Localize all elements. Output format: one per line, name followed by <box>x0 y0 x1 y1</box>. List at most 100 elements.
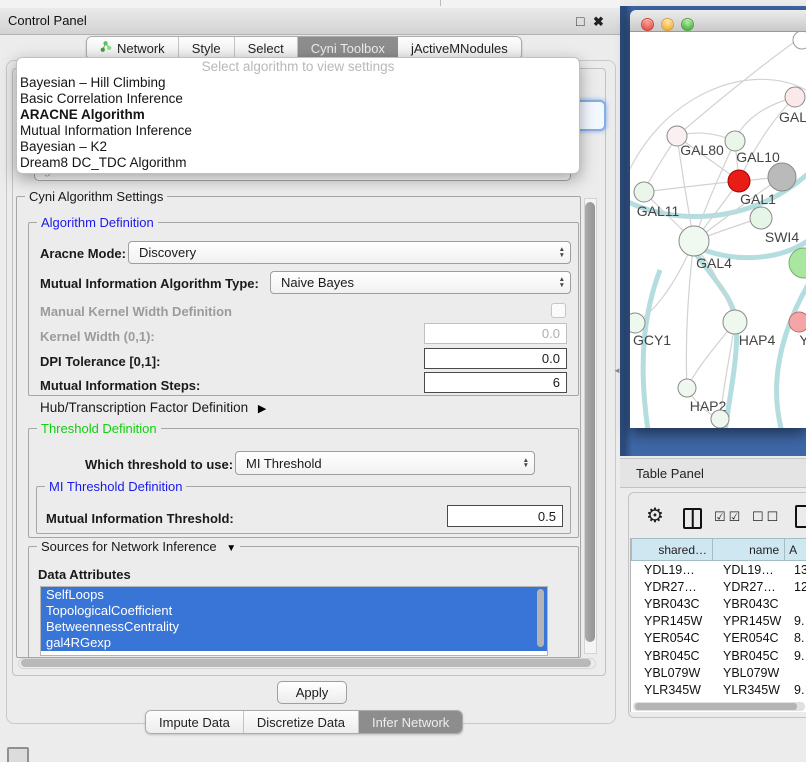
node-hap4[interactable] <box>723 310 747 334</box>
table-horizontal-scrollbar-thumb[interactable] <box>635 703 797 710</box>
tab-label: Select <box>248 41 284 56</box>
column-header-name[interactable]: name <box>713 538 785 561</box>
table-row[interactable]: YER054C YER054C 8. <box>631 630 806 647</box>
table-row[interactable]: YBR043C YBR043C <box>631 595 806 612</box>
mi-steps-field[interactable]: 6 <box>424 372 567 393</box>
attributes-scrollbar-thumb[interactable] <box>537 589 544 647</box>
kernel-width-field[interactable]: 0.0 <box>424 323 567 344</box>
manual-kernel-label: Manual Kernel Width Definition <box>40 304 232 319</box>
data-attribute-item[interactable]: gal4RGexp <box>41 635 547 651</box>
control-panel-tab[interactable]: Select <box>235 37 298 59</box>
algorithm-dropdown-prompt: Select algorithm to view settings <box>17 58 579 75</box>
manual-kernel-checkbox[interactable] <box>551 303 566 318</box>
mi-threshold-label: Mutual Information Threshold: <box>46 511 234 526</box>
node-gcy1[interactable] <box>630 313 645 333</box>
data-attributes-list: SelfLoops TopologicalCoefficient Between… <box>40 586 548 656</box>
tab-label: jActiveMNodules <box>411 41 508 56</box>
close-window-button[interactable] <box>641 18 654 31</box>
combo-stepper-icon: ▲▼ <box>523 452 529 474</box>
node-unlabeled[interactable] <box>789 248 806 278</box>
algorithm-option[interactable]: Bayesian – K2 <box>17 139 579 155</box>
export-table-icon[interactable] <box>795 505 806 528</box>
which-threshold-combo[interactable]: MI Threshold ▲▼ <box>235 451 535 475</box>
network-canvas[interactable]: GALGAL80GAL10GAL1GAL11SWI4GAL4GCY1HAP4YH… <box>630 32 806 428</box>
algorithm-option[interactable]: Bayesian – Hill Climbing <box>17 75 579 91</box>
node-gal1[interactable] <box>728 170 750 192</box>
deselect-all-checkboxes-icon[interactable]: ☐☐ <box>752 509 781 525</box>
node-gal[interactable] <box>785 87 805 107</box>
apply-button-label: Apply <box>296 685 329 700</box>
network-window-titlebar[interactable] <box>630 10 806 32</box>
apply-button[interactable]: Apply <box>277 681 347 704</box>
expand-arrow-icon[interactable]: ▶ <box>258 403 266 415</box>
column-header-shared-name[interactable]: shared… <box>631 538 713 561</box>
node-gal11[interactable] <box>634 182 654 202</box>
tab-label: Infer Network <box>372 715 449 730</box>
algorithm-option[interactable]: Mutual Information Inference <box>17 123 579 139</box>
node-unlabeled[interactable] <box>711 410 729 428</box>
table-row[interactable]: YDL19… YDL19… 13 <box>631 561 806 578</box>
table-row[interactable]: YDR27… YDR27… 12 <box>631 578 806 595</box>
table-row[interactable]: YLR345W YLR345W 9. <box>631 681 806 698</box>
algorithm-option[interactable]: Basic Correlation Inference <box>17 91 579 107</box>
table-horizontal-scrollbar[interactable] <box>633 702 805 711</box>
node-table-header: shared… name A <box>631 538 806 561</box>
node-unlabeled[interactable] <box>793 32 806 49</box>
node-unlabeled[interactable] <box>768 163 796 191</box>
close-panel-icon[interactable]: ✖ <box>593 14 604 30</box>
restore-panel-icon[interactable] <box>7 747 29 762</box>
network-svg: GALGAL80GAL10GAL1GAL11SWI4GAL4GCY1HAP4YH… <box>630 32 806 428</box>
float-panel-icon[interactable]: □ <box>576 13 584 29</box>
node-gal4[interactable] <box>679 226 709 256</box>
control-panel-titlebar: Control Panel □ ✖ <box>0 8 620 35</box>
node-y[interactable] <box>789 312 806 332</box>
mi-type-value: Naive Bayes <box>281 275 354 290</box>
node-swi4[interactable] <box>750 207 772 229</box>
control-panel-tab[interactable]: jActiveMNodules <box>398 37 521 59</box>
which-threshold-label: Which threshold to use: <box>85 457 233 472</box>
control-panel-tab[interactable]: Style <box>179 37 235 59</box>
data-attribute-item[interactable]: TopologicalCoefficient <box>41 603 547 619</box>
settings-vertical-scrollbar-thumb[interactable] <box>585 202 595 642</box>
select-all-checkboxes-icon[interactable]: ☑☑ <box>714 509 743 525</box>
node-table: shared… name A YDL19… YDL19… 13 YDR27… Y… <box>630 538 806 712</box>
algorithm-option[interactable]: Dream8 DC_TDC Algorithm <box>17 155 579 171</box>
aracne-mode-combo[interactable]: Discovery ▲▼ <box>128 241 571 264</box>
collapse-arrow-icon[interactable]: ▼ <box>226 543 236 554</box>
node-table-body: YDL19… YDL19… 13 YDR27… YDR27… 12 YBR043… <box>631 561 806 702</box>
cyni-bottom-tab[interactable]: Impute Data <box>146 711 244 733</box>
algorithm-option[interactable]: ARACNE Algorithm <box>17 107 579 123</box>
network-edge <box>644 181 739 192</box>
minimize-window-button[interactable] <box>661 18 674 31</box>
cyni-bottom-tab[interactable]: Discretize Data <box>244 711 359 733</box>
cyni-bottom-tab[interactable]: Infer Network <box>359 711 462 733</box>
cyni-bottom-tabs: Impute Data Discretize Data Infer Networ… <box>145 710 463 734</box>
dpi-tolerance-field[interactable]: 0.0 <box>424 348 567 369</box>
gear-icon[interactable]: ⚙ <box>646 503 664 528</box>
node-label: GAL4 <box>696 255 732 271</box>
top-strip <box>0 0 620 8</box>
screenshot-root: Control Panel □ ✖ Network <box>0 0 806 762</box>
column-header-partial[interactable]: A <box>785 538 806 561</box>
node-label: GAL1 <box>740 191 776 207</box>
settings-horizontal-scrollbar-thumb[interactable] <box>21 659 591 667</box>
data-attribute-item[interactable]: BetweennessCentrality <box>41 619 547 635</box>
mi-threshold-field[interactable]: 0.5 <box>447 505 563 527</box>
control-panel-tab[interactable]: Cyni Toolbox <box>298 37 398 59</box>
sources-title-text: Sources for Network Inference <box>41 539 217 554</box>
node-hap2[interactable] <box>678 379 696 397</box>
data-attribute-item[interactable]: SelfLoops <box>41 587 547 603</box>
combo-stepper-icon: ▲▼ <box>559 242 565 263</box>
table-row[interactable]: YBL079W YBL079W <box>631 664 806 681</box>
kernel-width-label: Kernel Width (0,1): <box>40 329 155 344</box>
table-row[interactable]: YPR145W YPR145W 9. <box>631 613 806 630</box>
hub-section-row[interactable]: Hub/Transcription Factor Definition ▶ <box>40 400 266 415</box>
node-gal10[interactable] <box>725 131 745 151</box>
mi-type-combo[interactable]: Naive Bayes ▲▼ <box>270 271 571 294</box>
zoom-window-button[interactable] <box>681 18 694 31</box>
node-label: SWI4 <box>765 229 799 245</box>
table-row[interactable]: YBR045C YBR045C 9. <box>631 647 806 664</box>
network-edge <box>686 241 694 388</box>
column-layout-icon[interactable] <box>683 508 702 529</box>
control-panel-tab[interactable]: Network <box>87 37 179 59</box>
